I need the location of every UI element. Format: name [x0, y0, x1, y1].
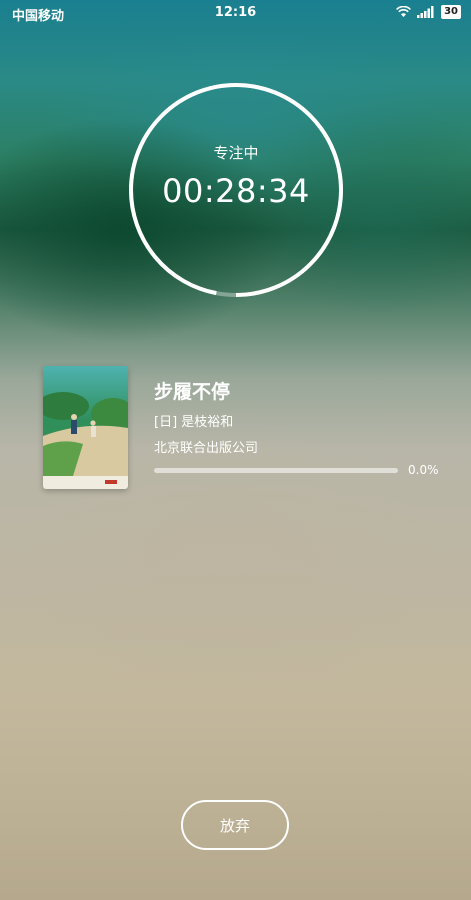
give-up-button[interactable]: 放弃 [181, 800, 289, 850]
book-author: [日] 是枝裕和 [154, 415, 234, 430]
status-icons: 30 [396, 5, 461, 19]
book-cover-illustration [43, 366, 128, 489]
timer-countdown: 00:28:34 [162, 172, 310, 210]
reading-progress-percent: 0.0% [408, 463, 439, 477]
signal-icon [417, 6, 434, 18]
status-bar: 中国移动 12:16 30 [0, 0, 471, 26]
book-publisher: 北京联合出版公司 [154, 441, 259, 456]
book-title: 步履不停 [154, 381, 231, 403]
battery-icon: 30 [441, 5, 461, 19]
reading-progress-bar [154, 468, 398, 473]
book-cover-image[interactable] [43, 366, 128, 489]
timer-status-label: 专注中 [213, 144, 259, 162]
wifi-icon [396, 6, 412, 17]
focus-screen: 中国移动 12:16 30 专注中 00:28:34 步履不停 [日] 是枝裕和… [0, 0, 471, 900]
